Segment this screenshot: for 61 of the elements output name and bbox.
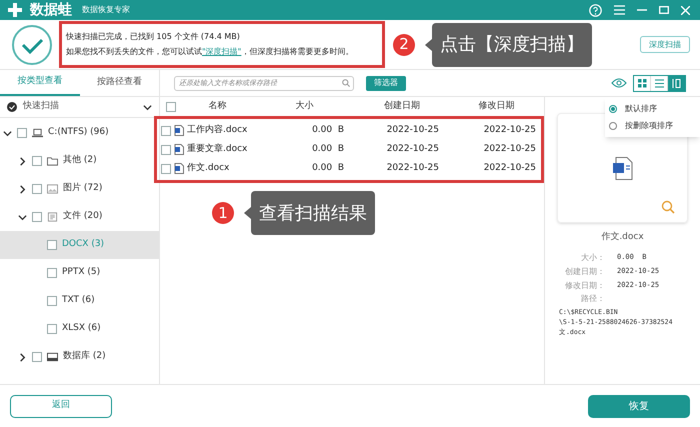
tree-label: 数据库 (2) — [63, 350, 106, 364]
path-label: 路径： — [580, 292, 605, 304]
column-header: 大小 — [294, 100, 315, 114]
file-name: 作文.docx — [186, 162, 230, 175]
filter-button[interactable]: 筛选器 — [366, 76, 406, 90]
created-date: 2022-10-25 — [386, 142, 439, 156]
view-tab[interactable]: 按路径查看 — [80, 70, 159, 96]
app-logo-text: 数据蛙 — [30, 0, 72, 20]
file-size: 0.00 B — [311, 142, 344, 156]
file-size: 0.00 B — [311, 124, 344, 137]
detail-label: 创建日期： — [564, 266, 605, 278]
step-number-badge: 1 — [212, 202, 234, 224]
created-date: 2022-10-25 — [386, 124, 439, 137]
tree-item[interactable]: TXT (6) — [0, 287, 159, 315]
modified-date: 2022-10-25 — [482, 162, 536, 175]
sort-option-label: 默认排序 — [625, 102, 657, 114]
tree-item[interactable]: 其他 (2) — [0, 147, 159, 175]
detail-label: 大小： — [580, 252, 605, 264]
deep-scan-hint: 如果您找不到丢失的文件，您可以试试"深度扫描"，但深度扫描将需要更多时间。 — [66, 46, 354, 58]
file-name: 重要文章.docx — [186, 142, 248, 156]
tree-item[interactable]: 图片 (72) — [0, 175, 159, 203]
view-tab[interactable]: 按类型查看 — [0, 70, 80, 96]
preview-file-name: 作文.docx — [600, 231, 645, 244]
modified-date: 2022-10-25 — [482, 142, 536, 156]
tree-label: C:(NTFS) (96) — [48, 126, 109, 140]
step-number-badge: 2 — [393, 34, 415, 56]
tree-label: DOCX (3) — [62, 238, 104, 252]
deep-scan-button[interactable]: 深度扫描 — [640, 36, 690, 53]
column-header: 创建日期 — [382, 100, 421, 114]
tree-label: PPTX (5) — [62, 266, 100, 280]
sort-option[interactable]: 按删除项排序 — [605, 117, 700, 134]
sort-option-label: 按删除项排序 — [625, 120, 673, 132]
file-row[interactable]: 作文.docx 0.00 B 2022-10-25 2022-10-25 — [157, 159, 541, 178]
tree-label: 图片 (72) — [63, 182, 102, 196]
callout-text: 点击【深度扫描】 — [432, 22, 592, 66]
scan-mode-dropdown[interactable]: 快速扫描 — [0, 97, 159, 118]
app-subtitle: 数据恢复专家 — [82, 4, 130, 16]
tree-item[interactable]: C:(NTFS) (96) — [0, 119, 159, 147]
column-header: 名称 — [207, 100, 228, 114]
tree-item[interactable]: PPTX (5) — [0, 259, 159, 287]
callout-text: 查看扫描结果 — [251, 191, 375, 235]
tree-item[interactable]: 文件 (20) — [0, 203, 159, 231]
recover-button[interactable]: 恢复 — [588, 394, 690, 418]
file-row[interactable]: 工作内容.docx 0.00 B 2022-10-25 2022-10-25 — [157, 121, 541, 140]
tree-item[interactable]: 数据库 (2) — [0, 343, 159, 371]
sort-option[interactable]: 默认排序 — [605, 100, 700, 117]
tree-label: 其他 (2) — [63, 154, 97, 168]
scan-status-text: 快速扫描已完成，已找到 105 个文件 (74.4 MB) — [66, 31, 241, 43]
detail-label: 修改日期： — [564, 280, 605, 292]
modified-date: 2022-10-25 — [482, 124, 536, 137]
deep-scan-link[interactable]: "深度扫描" — [202, 47, 242, 56]
tree-label: TXT (6) — [62, 294, 95, 308]
file-name: 工作内容.docx — [186, 124, 248, 137]
tree-item[interactable]: XLSX (6) — [0, 315, 159, 343]
created-date: 2022-10-25 — [386, 162, 439, 175]
back-button[interactable]: 返回 — [10, 394, 112, 418]
tree-label: 文件 (20) — [63, 210, 102, 224]
tree-label: XLSX (6) — [62, 322, 101, 336]
file-row[interactable]: 重要文章.docx 0.00 B 2022-10-25 2022-10-25 — [157, 140, 541, 159]
file-size: 0.00 B — [311, 162, 344, 175]
column-header: 修改日期 — [478, 100, 516, 114]
